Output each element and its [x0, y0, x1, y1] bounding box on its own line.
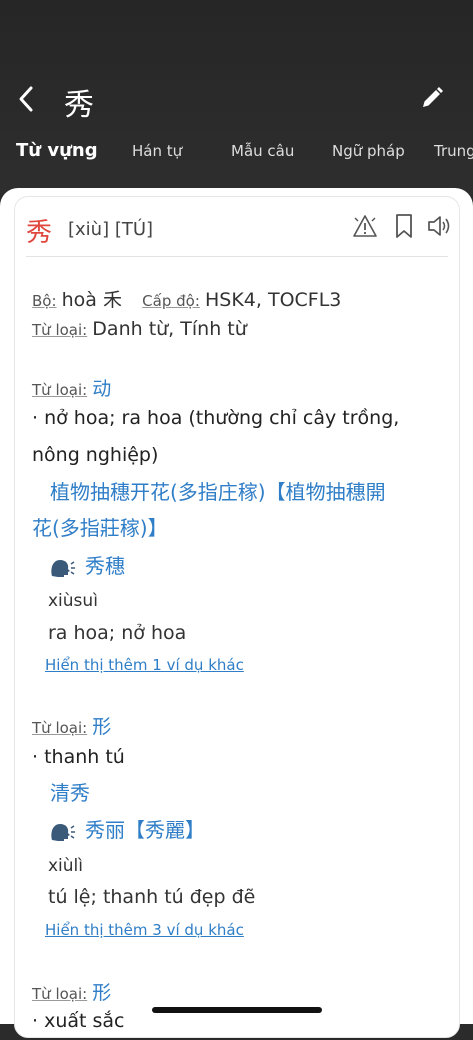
radical-label: Bộ: [32, 292, 57, 310]
radical-row: Bộ: hoà 禾 Cấp độ: HSK4, TOCFL3 [32, 285, 341, 312]
example-chinese: 植物抽穗开花(多指庄稼)【植物抽穗開 [50, 480, 386, 504]
sense-pos-value: 动 [92, 378, 112, 400]
sense-pos-row: Từ loại: 形 [32, 978, 111, 1005]
header-divider [26, 256, 448, 257]
back-chevron-icon[interactable] [14, 84, 40, 114]
sense-definition: · thanh tú [32, 746, 125, 768]
sense-pos-value: 形 [92, 716, 112, 738]
headword-pronunciation: [xiù] [TÚ] [68, 219, 154, 240]
page-title: 秀 [64, 88, 94, 123]
tab-bar: Từ vựng Hán tự Mẫu câu Ngữ pháp Trung [0, 138, 473, 178]
tab-vocabulary[interactable]: Từ vựng [16, 140, 98, 161]
example-word: 秀穗 [85, 554, 125, 578]
pronounce-head-icon[interactable] [48, 820, 76, 844]
sense-definition-cont: nông nghiệp) [32, 444, 159, 466]
pos-value: Danh từ, Tính từ [92, 318, 247, 340]
example-meaning: ra hoa; nở hoa [48, 622, 187, 644]
level-label: Cấp độ: [142, 292, 200, 310]
speaker-icon[interactable] [426, 212, 452, 240]
headword-char: 秀 [26, 218, 53, 248]
sense-pos-label: Từ loại: [32, 381, 88, 399]
app-header: 秀 Từ vựng Hán tự Mẫu câu Ngữ pháp Trung [0, 0, 473, 195]
pronounce-head-icon[interactable] [48, 556, 76, 580]
report-warning-icon[interactable] [352, 212, 378, 240]
pencil-icon[interactable] [420, 86, 444, 110]
example-chinese-cont: 花(多指莊稼)】 [32, 516, 168, 540]
example-word: 秀丽【秀麗】 [85, 818, 205, 842]
sense-pos-row: Từ loại: 动 [32, 374, 111, 401]
tab-sentence-patterns[interactable]: Mẫu câu [231, 142, 294, 160]
show-more-link[interactable]: Hiển thị thêm 3 ví dụ khác [45, 921, 244, 939]
pos-row: Từ loại: Danh từ, Tính từ [32, 318, 247, 340]
example-pinyin: xiùsuì [48, 591, 98, 611]
tab-grammar[interactable]: Ngữ pháp [332, 142, 405, 160]
sense-pos-label: Từ loại: [32, 985, 88, 1003]
example-chinese: 清秀 [50, 781, 90, 805]
example-meaning: tú lệ; thanh tú đẹp đẽ [48, 886, 256, 908]
show-more-link[interactable]: Hiển thị thêm 1 ví dụ khác [45, 656, 244, 674]
pos-label: Từ loại: [32, 321, 88, 339]
home-indicator[interactable] [152, 1007, 322, 1013]
tab-chinese[interactable]: Trung [434, 142, 473, 160]
level-value: HSK4, TOCFL3 [204, 289, 342, 311]
sense-pos-label: Từ loại: [32, 719, 88, 737]
bookmark-icon[interactable] [391, 212, 417, 240]
sense-pos-value: 形 [92, 982, 112, 1004]
sense-definition: · nở hoa; ra hoa (thường chỉ cây trồng, [32, 407, 400, 429]
example-pinyin: xiùlì [48, 856, 84, 876]
radical-value: hoà 禾 [61, 289, 122, 311]
sense-pos-row: Từ loại: 形 [32, 712, 111, 739]
tab-han-character[interactable]: Hán tự [132, 142, 182, 160]
